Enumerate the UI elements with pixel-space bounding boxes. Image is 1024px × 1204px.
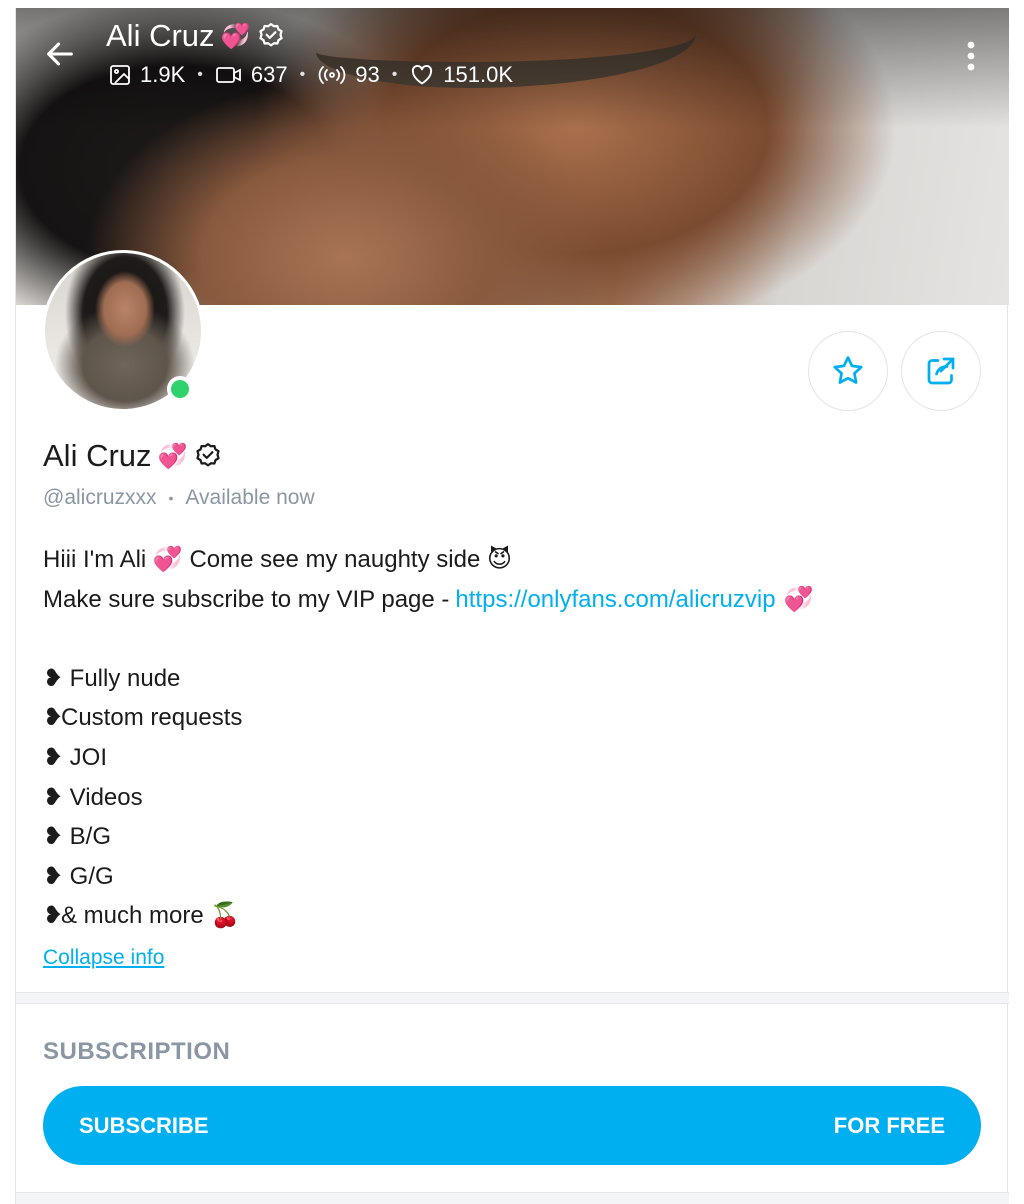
- separator: •: [299, 66, 306, 83]
- header-title: Ali Cruz 💞: [106, 18, 286, 54]
- video-icon: [215, 63, 243, 87]
- bio-emoji: 💞: [783, 585, 814, 613]
- heart-icon: [409, 63, 435, 87]
- bio-line: Make sure subscribe to my VIP page - htt…: [43, 580, 983, 620]
- stat-streams-value: 93: [355, 62, 380, 87]
- subscribe-button[interactable]: SUBSCRIBE FOR FREE: [43, 1086, 981, 1165]
- bullet-icon: ❥: [43, 743, 64, 771]
- share-icon: [923, 353, 959, 389]
- availability-status: Available now: [185, 486, 315, 509]
- bullet-icon: ❥: [43, 664, 64, 692]
- bio-list-text: JOI: [63, 743, 108, 771]
- bio-list-item: ❥ & much more 🍒: [43, 896, 983, 936]
- section-divider: [16, 1192, 1009, 1204]
- back-arrow-icon[interactable]: [40, 34, 80, 74]
- more-options-icon[interactable]: [961, 38, 981, 74]
- stat-videos-value: 637: [250, 62, 288, 87]
- online-status-dot: [167, 376, 193, 402]
- stat-likes-value: 151.0K: [443, 62, 514, 87]
- top-bar: Ali Cruz 💞 1.9K • 637 • 93 • 151.0K: [16, 8, 1009, 108]
- star-icon: [830, 353, 866, 389]
- profile-name-emoji: 💞: [157, 442, 188, 470]
- bullet-icon: ❥: [43, 783, 64, 811]
- bio-list-item: ❥ G/G: [43, 857, 983, 897]
- stat-photos-value: 1.9K: [140, 62, 186, 87]
- subscribe-price: FOR FREE: [833, 1112, 945, 1138]
- username-handle: @alicruzxxx: [43, 486, 157, 509]
- stat-videos: 637: [215, 62, 288, 88]
- image-icon: [108, 63, 132, 87]
- bio-list-text: B/G: [63, 823, 112, 851]
- bullet-icon: ❥: [43, 704, 64, 732]
- share-button[interactable]: [901, 331, 981, 411]
- handle-row: @alicruzxxx • Available now: [43, 486, 315, 510]
- profile-name-text: Ali Cruz: [43, 438, 152, 473]
- stat-likes: 151.0K: [409, 62, 513, 88]
- header-name-emoji: 💞: [220, 22, 251, 50]
- subscription-heading: SUBSCRIPTION: [43, 1038, 231, 1065]
- bio-line: Hiii I'm Ali 💞 Come see my naughty side …: [43, 540, 983, 580]
- stat-streams: 93: [317, 62, 380, 88]
- separator: •: [168, 490, 174, 506]
- bio-intro: Hiii I'm Ali 💞 Come see my naughty side …: [43, 546, 512, 573]
- separator: •: [391, 66, 398, 83]
- separator: •: [197, 66, 203, 83]
- bio-list-item: ❥ Fully nude: [43, 659, 983, 699]
- vip-page-link[interactable]: https://onlyfans.com/alicruzvip: [455, 580, 775, 620]
- bio-list-text: & much more 🍒: [61, 902, 241, 930]
- stats-row: 1.9K • 637 • 93 • 151.0K: [108, 62, 513, 88]
- section-divider: [16, 992, 1009, 1004]
- bio-list-item: ❥ B/G: [43, 817, 983, 857]
- bio-vip-text: Make sure subscribe to my VIP page -: [43, 585, 450, 613]
- bullet-icon: ❥: [43, 862, 64, 890]
- bio-list-item: ❥ JOI: [43, 738, 983, 778]
- broadcast-icon: [317, 63, 347, 87]
- bio-blank-line: [43, 619, 983, 659]
- verified-badge-icon: [193, 441, 223, 471]
- bio: Hiii I'm Ali 💞 Come see my naughty side …: [43, 540, 983, 936]
- add-to-favorites-button[interactable]: [808, 331, 888, 411]
- bio-list-text: Videos: [63, 783, 143, 811]
- profile-page: Ali Cruz 💞 1.9K • 637 • 93 • 151.0K Ali …: [15, 8, 1009, 1204]
- verified-badge-icon: [256, 21, 286, 51]
- bullet-icon: ❥: [43, 823, 64, 851]
- bio-list-text: Custom requests: [61, 704, 243, 732]
- stat-photos: 1.9K: [108, 62, 185, 88]
- bio-list-text: Fully nude: [63, 664, 181, 692]
- bio-list-text: G/G: [63, 862, 114, 890]
- profile-name: Ali Cruz 💞: [43, 438, 223, 474]
- header-name: Ali Cruz: [106, 18, 215, 53]
- bullet-icon: ❥: [43, 902, 64, 930]
- subscribe-label: SUBSCRIBE: [79, 1112, 209, 1138]
- collapse-info-link[interactable]: Collapse info: [43, 946, 164, 970]
- bio-list-item: ❥ Videos: [43, 778, 983, 818]
- bio-list-item: ❥ Custom requests: [43, 698, 983, 738]
